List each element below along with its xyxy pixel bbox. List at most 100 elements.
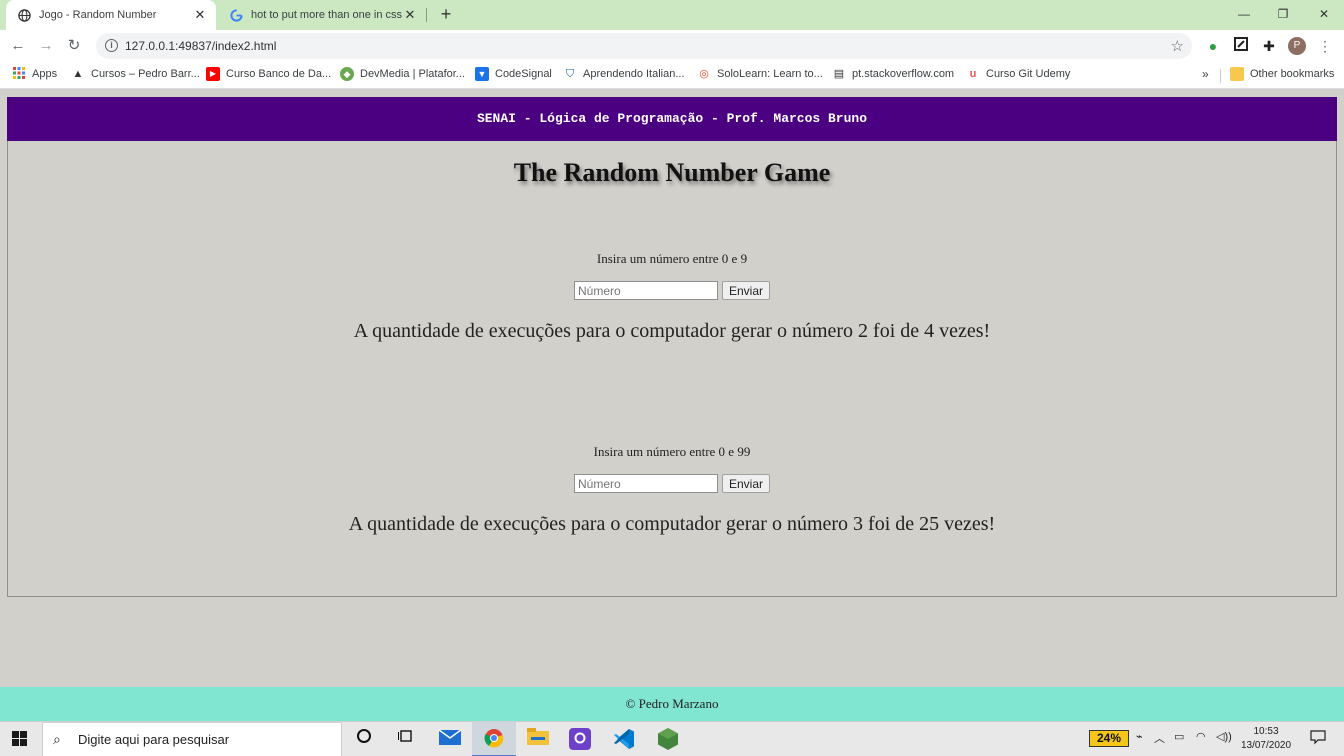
tab-title: Jogo - Random Number — [39, 9, 157, 21]
bookmark-git-udemy[interactable]: u Curso Git Udemy — [966, 67, 1071, 81]
bookmark-label: Curso Banco de Da... — [226, 68, 332, 80]
game-section-0-99: Insira um número entre 0 e 99 Enviar A q… — [8, 444, 1336, 536]
result-text: A quantidade de execuções para o computa… — [353, 320, 991, 342]
profile-avatar[interactable]: P — [1288, 37, 1306, 55]
tab-strip: Jogo - Random Number ✕ hot to put more t… — [0, 0, 1344, 30]
udemy-icon: u — [969, 68, 977, 80]
browser-toolbar: ← → ↻ i 127.0.0.1:49837/index2.html ☆ ● … — [0, 30, 1344, 62]
game-container: The Random Number Game Insira um número … — [7, 141, 1337, 597]
battery-percentage[interactable]: 24% — [1089, 730, 1129, 747]
sololearn-icon: ◎ — [699, 68, 709, 80]
github-desktop-icon[interactable] — [568, 728, 592, 752]
plug-icon[interactable]: ⌁ — [1136, 730, 1143, 743]
tab-title: hot to put more than one in css — [251, 9, 402, 21]
battery-icon[interactable]: ▭ — [1174, 730, 1184, 743]
codesignal-icon: ▼ — [475, 67, 489, 81]
bookmark-label: DevMedia | Platafor... — [360, 68, 465, 80]
course-header: SENAI - Lógica de Programação - Prof. Ma… — [7, 97, 1337, 141]
bookmark-stackoverflow[interactable]: ▤ pt.stackoverflow.com — [832, 67, 954, 81]
minimize-button[interactable]: — — [1234, 4, 1254, 24]
page-content: SENAI - Lógica de Programação - Prof. Ma… — [0, 89, 1344, 687]
bookmark-cursos-pedro[interactable]: ▲ Cursos – Pedro Barr... — [71, 67, 200, 81]
game-section-0-9: Insira um número entre 0 e 9 Enviar A qu… — [8, 251, 1336, 343]
new-tab-button[interactable]: + — [436, 4, 456, 24]
tab-css-search[interactable]: hot to put more than one in css ✕ — [220, 0, 426, 30]
bookmark-curso-banco[interactable]: ▶ Curso Banco de Da... — [206, 67, 331, 81]
mail-icon[interactable] — [438, 728, 462, 752]
number-form: Enviar — [8, 474, 1336, 493]
bookmark-label: Cursos – Pedro Barr... — [91, 68, 200, 80]
bookmark-star-icon[interactable]: ☆ — [1171, 37, 1184, 55]
submit-button[interactable]: Enviar — [721, 474, 770, 493]
number-input[interactable] — [573, 474, 718, 493]
other-bookmarks-label: Other bookmarks — [1250, 68, 1335, 80]
file-explorer-icon[interactable] — [526, 728, 550, 752]
stackoverflow-icon: ▤ — [833, 68, 845, 80]
bookmark-label: Curso Git Udemy — [986, 68, 1071, 80]
chrome-icon[interactable] — [482, 728, 506, 752]
restore-button[interactable]: ❐ — [1273, 4, 1293, 24]
bookmark-label: CodeSignal — [495, 68, 552, 80]
windows-start-icon[interactable] — [12, 731, 28, 747]
submit-button[interactable]: Enviar — [721, 281, 770, 300]
search-icon: ⌕ — [53, 731, 61, 747]
number-form: Enviar — [8, 281, 1336, 300]
reload-button[interactable]: ↻ — [64, 36, 84, 56]
tab-separator — [426, 8, 427, 22]
search-placeholder: Digite aqui para pesquisar — [78, 732, 230, 747]
devmedia-icon: ◆ — [340, 67, 354, 81]
shield-icon: ⛉ — [565, 68, 575, 80]
more-bookmarks-button[interactable]: » — [1202, 67, 1209, 81]
task-view-icon[interactable] — [394, 728, 418, 752]
wifi-icon[interactable]: ◠ — [1196, 730, 1206, 743]
taskbar-clock[interactable]: 10:53 13/07/2020 — [1236, 725, 1296, 753]
taskbar-search[interactable]: ⌕ Digite aqui para pesquisar — [42, 722, 342, 756]
forward-button[interactable]: → — [36, 36, 56, 56]
result-text: A quantidade de execuções para o computa… — [348, 513, 996, 535]
youtube-icon: ▶ — [206, 67, 220, 81]
chevron-up-icon[interactable]: ︿ — [1154, 730, 1165, 746]
info-icon[interactable]: i — [105, 39, 118, 52]
globe-icon — [18, 8, 31, 22]
url-text[interactable]: 127.0.0.1:49837/index2.html — [125, 39, 276, 53]
clock-time: 10:53 — [1253, 726, 1279, 737]
bookmarks-bar: Apps ▲ Cursos – Pedro Barr... ▶ Curso Ba… — [0, 62, 1344, 89]
puzzle-extensions-icon[interactable]: ✚ — [1260, 37, 1278, 55]
tab-jogo-random-number[interactable]: Jogo - Random Number ✕ — [6, 0, 216, 30]
page-title: The Random Number Game — [513, 158, 831, 187]
bookmark-label: pt.stackoverflow.com — [852, 68, 955, 80]
extension-box-icon[interactable] — [1232, 37, 1250, 55]
number-input[interactable] — [573, 281, 718, 300]
notifications-icon[interactable] — [1306, 728, 1330, 752]
bookmark-codesignal[interactable]: ▼ CodeSignal — [475, 67, 552, 81]
menu-kebab-icon[interactable]: ⋮ — [1316, 37, 1334, 55]
google-icon — [230, 8, 243, 22]
evernote-extension-icon[interactable]: ● — [1204, 37, 1222, 55]
bookmark-label: Aprendendo Italian... — [583, 68, 685, 80]
tab-close-icon[interactable]: ✕ — [402, 7, 418, 23]
cap-icon: ▲ — [72, 68, 84, 80]
bookmark-label: SoloLearn: Learn to... — [717, 68, 823, 80]
cortana-icon[interactable] — [352, 728, 376, 752]
bookmark-italiano[interactable]: ⛉ Aprendendo Italian... — [563, 67, 685, 81]
address-bar[interactable]: i 127.0.0.1:49837/index2.html ☆ — [96, 33, 1192, 59]
bookmark-label: Apps — [32, 68, 58, 80]
vscode-icon[interactable] — [612, 728, 636, 752]
page-footer: © Pedro Marzano — [0, 687, 1344, 721]
close-window-button[interactable]: ✕ — [1314, 4, 1334, 24]
apps-grid-icon — [12, 67, 26, 81]
back-button[interactable]: ← — [8, 36, 28, 56]
bookmark-sololearn[interactable]: ◎ SoloLearn: Learn to... — [697, 67, 823, 81]
tab-close-icon[interactable]: ✕ — [192, 7, 208, 23]
prompt-label: Insira um número entre 0 e 99 — [593, 444, 751, 459]
bookmark-apps[interactable]: Apps — [12, 67, 57, 81]
other-bookmarks[interactable]: Other bookmarks — [1230, 67, 1334, 81]
prompt-label: Insira um número entre 0 e 9 — [596, 251, 748, 266]
windows-taskbar: ⌕ Digite aqui para pesquisar 24% ⌁ ︿ ▭ ◠… — [0, 721, 1344, 756]
folder-icon — [1230, 67, 1244, 81]
nodejs-icon[interactable] — [656, 728, 680, 752]
volume-icon[interactable]: ◁)) — [1216, 730, 1232, 743]
bookmarks-separator — [1220, 69, 1221, 83]
clock-date: 13/07/2020 — [1240, 740, 1292, 751]
bookmark-devmedia[interactable]: ◆ DevMedia | Platafor... — [340, 67, 465, 81]
